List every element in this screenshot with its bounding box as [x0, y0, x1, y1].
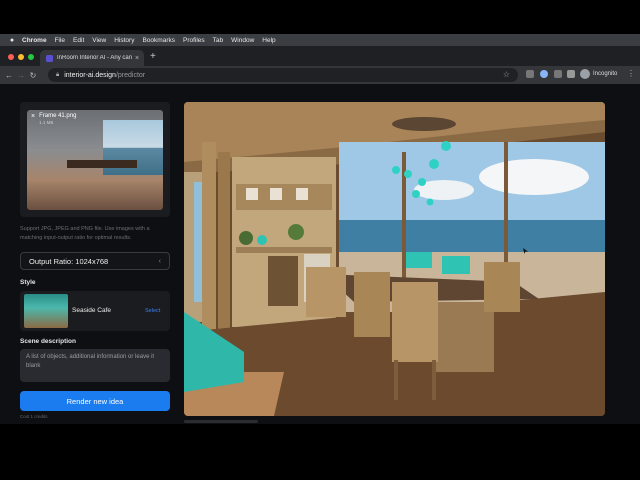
window-close-button[interactable]	[8, 54, 14, 60]
file-size: 1.1 MB	[39, 120, 54, 125]
tab-close-icon[interactable]: ×	[133, 55, 141, 62]
lock-icon[interactable]: 🔒︎	[56, 72, 59, 79]
menu-window[interactable]: Window	[231, 37, 254, 44]
menu-profiles[interactable]: Profiles	[183, 37, 205, 44]
bookmark-star-icon[interactable]: ☆	[503, 70, 510, 79]
menu-help[interactable]: Help	[262, 37, 275, 44]
horizontal-scrollbar[interactable]	[184, 420, 258, 423]
rendered-preview-image[interactable]	[184, 102, 605, 416]
url-host: interior-ai.design	[64, 71, 116, 79]
style-thumbnail	[24, 294, 68, 328]
extension-icon[interactable]	[540, 70, 548, 78]
render-button[interactable]: Render new idea	[20, 391, 170, 411]
style-select-link[interactable]: Select	[145, 308, 160, 314]
thumbnail-table	[67, 160, 137, 168]
apple-icon[interactable]: ●	[8, 37, 16, 44]
menu-history[interactable]: History	[114, 37, 134, 44]
chevron-left-icon: ‹	[158, 257, 161, 265]
style-name: Seaside Cafe	[72, 307, 112, 314]
window-minimize-button[interactable]	[18, 54, 24, 60]
file-name: Frame 41.png	[39, 113, 77, 119]
menu-file[interactable]: File	[55, 37, 65, 44]
site-favicon-icon	[46, 54, 53, 62]
menu-view[interactable]: View	[92, 37, 106, 44]
browser-menu-icon[interactable]: ⋮	[627, 69, 635, 78]
back-icon[interactable]: ←	[3, 71, 15, 80]
output-ratio-select[interactable]: Output Ratio: 1024x768 ‹	[20, 252, 170, 270]
sidebar-icon[interactable]	[567, 70, 575, 78]
app-page: × Frame 41.png 1.1 MB Support JPG, JPEG …	[0, 84, 640, 424]
preview-illustration	[184, 102, 605, 416]
tab-title: InRoom Interior AI - Any can n	[57, 55, 133, 61]
address-bar[interactable]: 🔒︎ interior-ai.design /predictor ☆	[48, 68, 518, 82]
extension-icon[interactable]	[526, 70, 534, 78]
profile-label: Incognito	[593, 71, 618, 77]
uploaded-image-thumbnail: × Frame 41.png 1.1 MB	[27, 110, 163, 210]
scene-description-input[interactable]: A list of objects, additional informatio…	[20, 349, 170, 382]
reload-icon[interactable]: ↻	[27, 71, 39, 80]
menu-bookmarks[interactable]: Bookmarks	[142, 37, 175, 44]
browser-toolbar: ← → ↻ 🔒︎ interior-ai.design /predictor ☆…	[0, 66, 640, 84]
upload-hint: Support JPG, JPEG and PNG file. Use imag…	[20, 226, 150, 241]
output-ratio-value: Output Ratio: 1024x768	[29, 256, 109, 266]
profile-chip[interactable]: Incognito	[580, 69, 617, 79]
cost-note: Cost 1 credits	[20, 414, 48, 419]
scene-description-label: Scene description	[20, 338, 76, 345]
url-path: /predictor	[115, 71, 146, 79]
macos-menubar: ● Chrome File Edit View History Bookmark…	[0, 34, 640, 46]
new-tab-icon[interactable]: +	[150, 51, 156, 62]
file-chip: × Frame 41.png 1.1 MB	[31, 113, 76, 125]
forward-icon[interactable]: →	[15, 71, 27, 80]
remove-file-icon[interactable]: ×	[31, 113, 35, 120]
menu-app-name[interactable]: Chrome	[22, 37, 47, 44]
style-card[interactable]: Seaside Cafe Select	[20, 291, 170, 331]
incognito-icon	[580, 69, 590, 79]
menu-tab[interactable]: Tab	[213, 37, 223, 44]
window-zoom-button[interactable]	[28, 54, 34, 60]
upload-card[interactable]: × Frame 41.png 1.1 MB	[20, 102, 170, 217]
browser-tab-active[interactable]: InRoom Interior AI - Any can n ×	[40, 50, 144, 66]
extensions-puzzle-icon[interactable]	[554, 70, 562, 78]
style-label: Style	[20, 279, 36, 286]
menu-edit[interactable]: Edit	[73, 37, 84, 44]
browser-tab-strip: InRoom Interior AI - Any can n × +	[0, 46, 640, 66]
